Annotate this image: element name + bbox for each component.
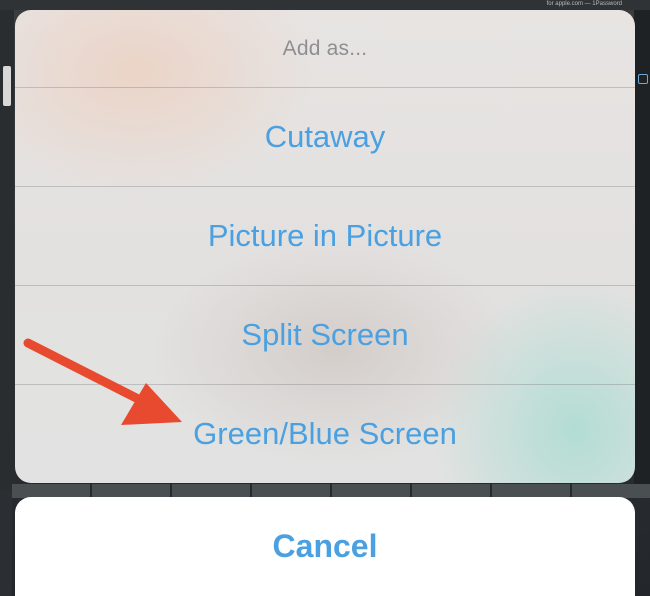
background-timeline-strip xyxy=(0,484,650,498)
option-split-screen[interactable]: Split Screen xyxy=(15,285,635,384)
background-top-text: for apple.com — 1Password xyxy=(546,1,622,7)
option-green-blue-screen[interactable]: Green/Blue Screen xyxy=(15,384,635,483)
action-sheet-title: Add as... xyxy=(282,36,368,60)
cancel-button[interactable]: Cancel xyxy=(15,497,635,596)
share-icon xyxy=(638,74,648,84)
background-right-rail xyxy=(634,10,650,490)
background-left-rail xyxy=(0,10,14,490)
background-top-bar: for apple.com — 1Password xyxy=(0,0,650,10)
option-cutaway[interactable]: Cutaway xyxy=(15,87,635,186)
action-sheet: Add as... Cutaway Picture in Picture Spl… xyxy=(15,10,635,483)
option-picture-in-picture[interactable]: Picture in Picture xyxy=(15,186,635,285)
background-knob xyxy=(3,66,11,106)
